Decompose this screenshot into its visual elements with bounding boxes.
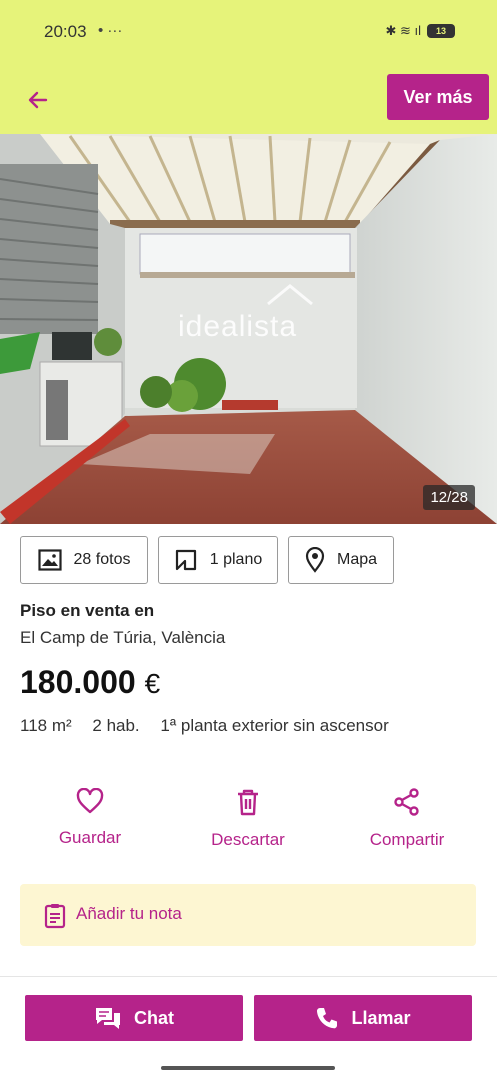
notification-icons: • ···	[98, 22, 123, 39]
add-note-label: Añadir tu nota	[76, 904, 182, 923]
share-button[interactable]: Compartir	[361, 788, 453, 850]
trash-icon	[238, 789, 258, 816]
map-button-label: Mapa	[336, 551, 378, 568]
status-right-icons: ✱ ≋ ıl 13	[385, 23, 455, 39]
floor-plan-icon	[175, 549, 196, 571]
listing-actions: Guardar Descartar Compartir	[0, 788, 497, 858]
floor-plan-button-label: 1 plano	[209, 551, 263, 568]
listing-features: 118 m² 2 hab. 1ª planta exterior sin asc…	[20, 712, 480, 740]
connectivity-icons: ✱ ≋ ıl	[385, 23, 421, 38]
media-buttons: 28 fotos 1 plano Mapa	[20, 536, 394, 584]
status-time: 20:03	[44, 22, 87, 41]
feature-floor: 1ª planta exterior sin ascensor	[160, 716, 389, 735]
listing-location[interactable]: El Camp de Túria, València	[20, 628, 225, 648]
add-note-button[interactable]: Añadir tu nota	[20, 884, 476, 946]
price-value: 180.000	[20, 664, 136, 700]
share-button-label: Compartir	[369, 830, 445, 849]
arrow-left-icon	[28, 91, 48, 109]
property-photo[interactable]: idealista 12/28	[0, 134, 497, 524]
chat-button-label: Chat	[134, 1007, 174, 1028]
photos-button-label: 28 fotos	[73, 551, 131, 568]
chat-button[interactable]: Chat	[25, 995, 243, 1041]
price-currency: €	[144, 668, 161, 699]
listing-title: Piso en venta en	[20, 601, 155, 620]
feature-area: 118 m²	[20, 716, 72, 735]
chat-icon	[96, 1008, 120, 1029]
save-button-label: Guardar	[58, 828, 122, 847]
phone-icon	[317, 1008, 338, 1029]
call-button-label: Llamar	[351, 1007, 411, 1028]
call-button[interactable]: Llamar	[254, 995, 472, 1041]
note-icon	[44, 904, 66, 929]
feature-rooms: 2 hab.	[92, 716, 140, 735]
battery-icon: 13	[427, 24, 455, 38]
map-pin-icon	[305, 547, 325, 573]
photos-button[interactable]: 28 fotos	[20, 536, 148, 584]
idealista-watermark: idealista	[178, 310, 298, 343]
ver-mas-button[interactable]: Ver más	[387, 74, 489, 120]
discard-button[interactable]: Descartar	[203, 788, 293, 850]
image-icon	[37, 549, 62, 571]
floor-plan-button[interactable]: 1 plano	[158, 536, 278, 584]
home-indicator[interactable]	[161, 1066, 335, 1070]
photo-counter: 12/28	[423, 485, 475, 510]
divider	[0, 976, 497, 977]
heart-icon	[76, 788, 104, 814]
back-button[interactable]	[20, 82, 56, 118]
listing-price: 180.000 €	[20, 664, 160, 701]
share-icon	[394, 788, 419, 816]
app-header: Ver más	[0, 66, 497, 134]
status-bar: 20:03 • ··· ✱ ≋ ıl 13	[0, 0, 497, 66]
save-button[interactable]: Guardar	[54, 788, 126, 848]
discard-button-label: Descartar	[211, 830, 285, 849]
map-button[interactable]: Mapa	[288, 536, 394, 584]
